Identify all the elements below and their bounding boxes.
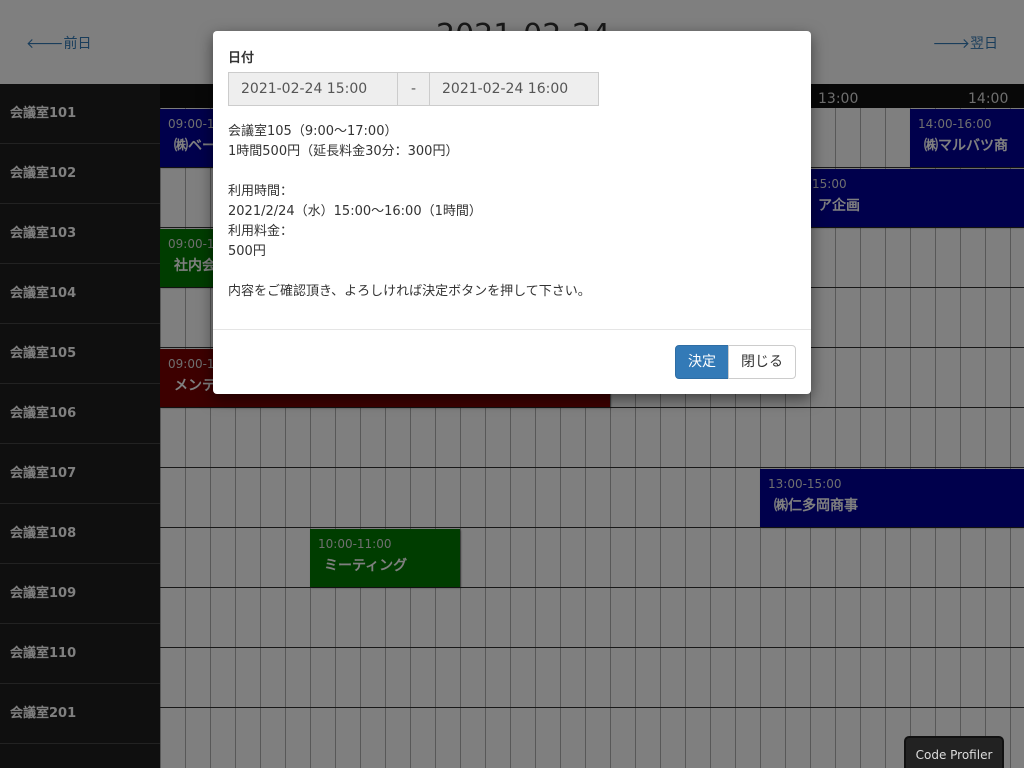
price-info: 1時間500円（延長料金30分：300円） bbox=[228, 144, 459, 159]
fee-label: 利用料金： bbox=[228, 224, 294, 239]
modal-footer: 決定 閉じる bbox=[213, 329, 811, 394]
fee-value: 500円 bbox=[228, 244, 266, 259]
date-separator: - bbox=[398, 72, 429, 106]
usage-time-value: 2021/2/24（水）15:00～16:00（1時間） bbox=[228, 204, 482, 219]
room-info: 会議室105（9:00～17:00） bbox=[228, 124, 398, 139]
usage-time-label: 利用時間： bbox=[228, 184, 294, 199]
reservation-info: 会議室105（9:00～17:00） 1時間500円（延長料金30分：300円）… bbox=[228, 122, 796, 302]
code-profiler-tab[interactable]: Code Profiler bbox=[904, 736, 1004, 768]
modal-body: 日付 - 会議室105（9:00～17:00） 1時間500円（延長料金30分：… bbox=[213, 31, 811, 302]
end-datetime-input[interactable] bbox=[429, 72, 599, 106]
start-datetime-input[interactable] bbox=[228, 72, 398, 106]
confirm-button[interactable]: 決定 bbox=[675, 345, 729, 379]
confirm-message: 内容をご確認頂き、よろしければ決定ボタンを押して下さい。 bbox=[228, 284, 591, 299]
date-label: 日付 bbox=[228, 51, 255, 66]
date-range-group: - bbox=[228, 72, 796, 106]
close-button[interactable]: 閉じる bbox=[728, 345, 796, 379]
reservation-modal: 日付 - 会議室105（9:00～17:00） 1時間500円（延長料金30分：… bbox=[213, 31, 811, 394]
